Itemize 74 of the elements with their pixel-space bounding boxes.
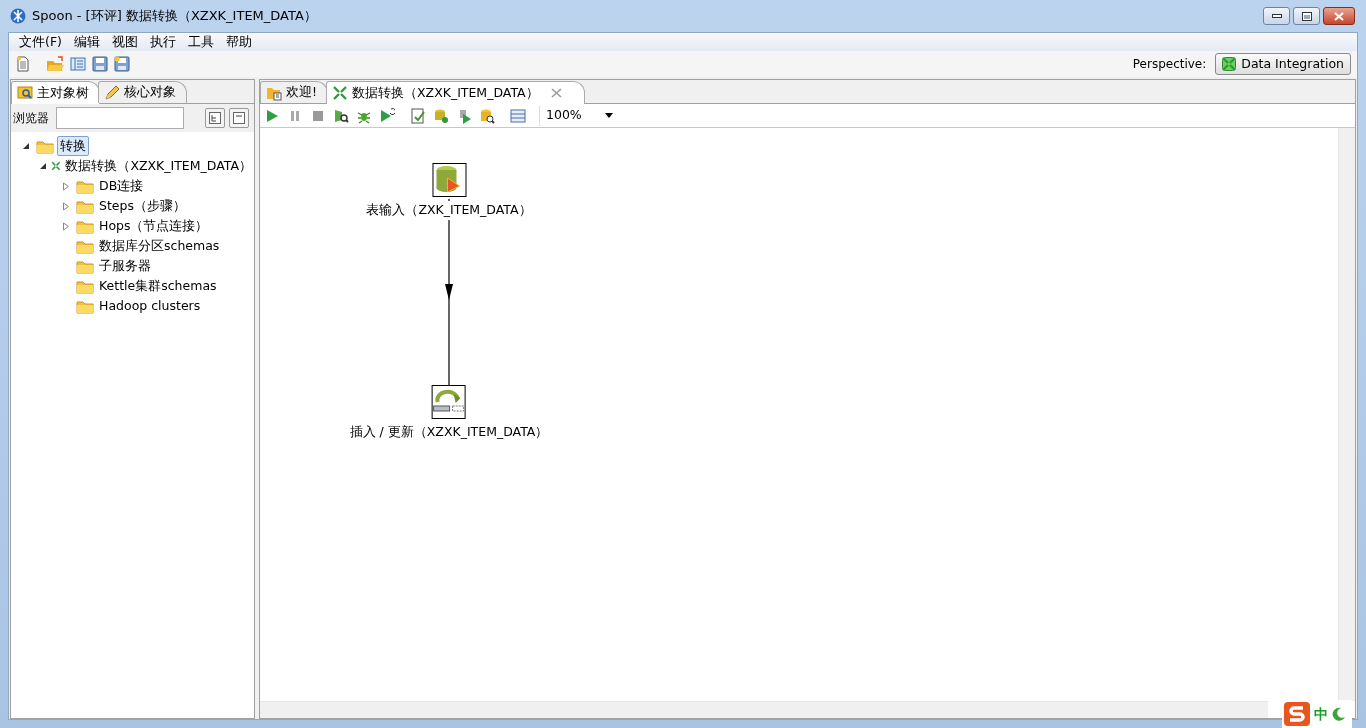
tree-item[interactable]: 数据库分区schemas (97, 236, 222, 256)
check-icon[interactable] (410, 107, 426, 124)
spoon-app-icon (10, 8, 26, 24)
folder-icon (76, 218, 94, 234)
collapsed-arrow-icon[interactable] (62, 221, 70, 231)
perspective-label: Perspective: (1132, 56, 1207, 73)
tree-item[interactable]: Hadoop clusters (97, 296, 203, 316)
explore-db-icon[interactable] (479, 107, 495, 124)
menu-item[interactable]: 执行 (143, 32, 182, 52)
menu-item[interactable]: 视图 (105, 32, 144, 52)
explorer-icon[interactable] (70, 56, 86, 72)
input-method-icon[interactable] (1284, 702, 1310, 726)
close-icon (1334, 11, 1344, 21)
folder-icon (76, 258, 94, 274)
perspective-button[interactable]: Data Integration (1215, 52, 1351, 76)
collapsed-arrow-icon[interactable] (62, 181, 70, 191)
tree-icon (209, 112, 221, 124)
minimize-icon (1271, 14, 1282, 18)
search-field[interactable] (56, 107, 184, 129)
transform-icon (332, 85, 348, 101)
collapse-all-button[interactable] (229, 108, 249, 128)
tree-item[interactable]: Hops（节点连接） (97, 216, 211, 236)
menu-item[interactable]: 编辑 (67, 32, 106, 52)
tree-item[interactable]: DB连接 (97, 176, 146, 196)
menu-item[interactable]: 工具 (181, 32, 220, 52)
save-as-icon[interactable] (114, 56, 130, 72)
run-icon[interactable] (264, 107, 280, 124)
tree-item[interactable]: Kettle集群schemas (97, 276, 219, 296)
collapsed-arrow-icon[interactable] (62, 201, 70, 211)
panel-tab[interactable]: 核心对象 (98, 81, 187, 103)
browser-label: 浏览器 (13, 110, 49, 127)
horizontal-scrollbar[interactable] (260, 701, 1268, 718)
open-folder-icon[interactable] (46, 56, 64, 72)
editor-tab[interactable]: 欢迎! (260, 81, 328, 103)
step-node[interactable] (432, 385, 466, 419)
preview-icon[interactable] (333, 107, 349, 124)
input-mode-indicator[interactable]: 中 (1314, 703, 1328, 725)
expanded-arrow-icon[interactable] (22, 142, 30, 150)
database-icon[interactable] (433, 107, 449, 124)
close-icon[interactable] (550, 88, 562, 98)
layout-icon[interactable] (510, 107, 526, 124)
replay-icon[interactable] (379, 107, 395, 124)
close-button[interactable] (1323, 7, 1355, 25)
menu-item[interactable]: 帮助 (219, 32, 258, 52)
maximize-icon (1301, 11, 1312, 21)
minimize-button[interactable] (1263, 7, 1290, 25)
restore-button[interactable] (1293, 7, 1320, 25)
step-node[interactable] (432, 163, 466, 197)
caret-icon (605, 113, 613, 118)
folder-icon (76, 198, 94, 214)
tree-item[interactable]: 数据转换（XZXK_ITEM_DATA） (63, 156, 254, 176)
zoom-dropdown[interactable]: 100% (539, 105, 619, 126)
collapse-icon (233, 112, 245, 124)
tree-item[interactable]: 转换 (57, 135, 89, 157)
folder-search-icon (17, 85, 33, 101)
panel-tab[interactable]: 主对象树 (11, 81, 100, 104)
window-title: Spoon - [环评] 数据转换（XZXK_ITEM_DATA） (32, 7, 317, 26)
expanded-arrow-icon[interactable] (39, 162, 48, 170)
vertical-scrollbar[interactable] (1338, 128, 1355, 701)
tree-item[interactable]: 子服务器 (97, 256, 153, 276)
data-integration-icon (1222, 57, 1237, 71)
folder-icon (76, 238, 94, 254)
folder-icon (76, 178, 94, 194)
folder-icon (76, 278, 94, 294)
moon-icon[interactable] (1332, 707, 1346, 721)
menu-item[interactable]: 文件(F) (13, 32, 68, 52)
save-icon[interactable] (92, 56, 108, 72)
folder-icon (76, 298, 94, 314)
editor-tab[interactable]: 数据转换（XZXK_ITEM_DATA） (326, 81, 585, 104)
new-file-icon[interactable] (15, 56, 31, 72)
folder-icon (36, 138, 54, 154)
pencil-icon (104, 84, 120, 101)
tree-item[interactable]: Steps（步骤） (97, 196, 188, 216)
expand-all-button[interactable] (205, 108, 225, 128)
